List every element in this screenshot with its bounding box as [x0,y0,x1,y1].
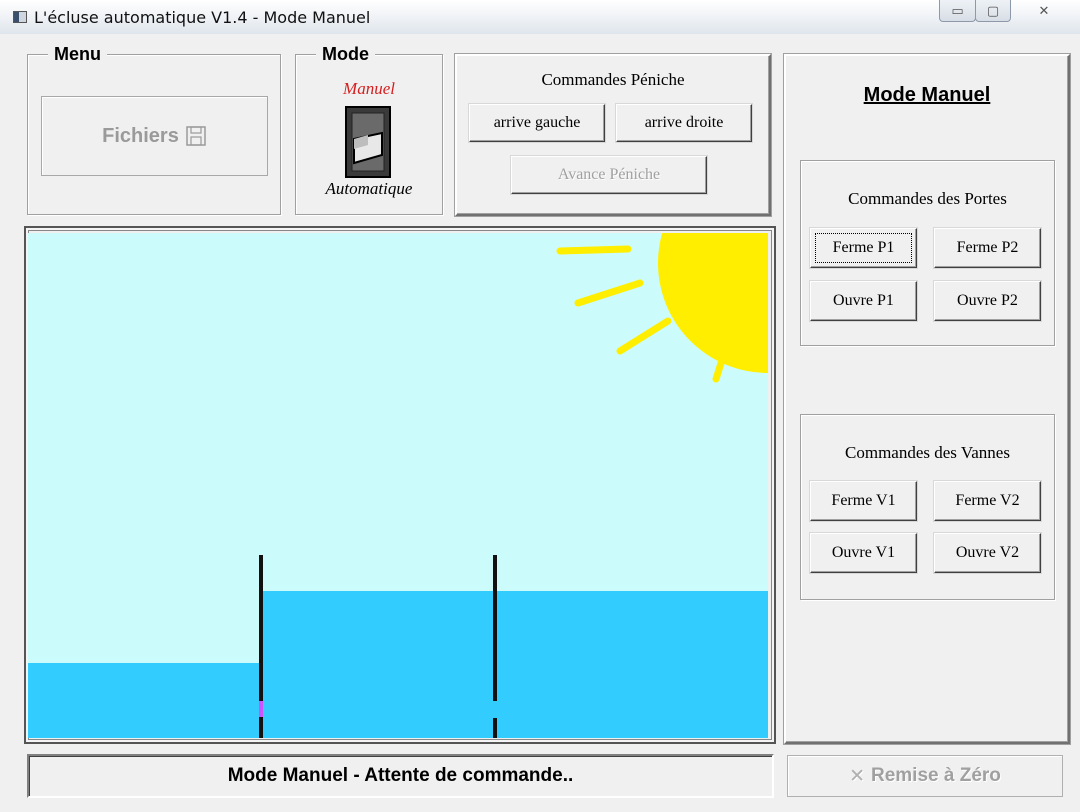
window-title: L'écluse automatique V1.4 - Mode Manuel [34,8,371,27]
arrive-droite-button[interactable]: arrive droite [616,104,752,142]
arrive-gauche-label: arrive gauche [493,114,581,131]
ferme-v2-button[interactable]: Ferme V2 [934,481,1041,521]
maximize-icon: ▢ [986,3,1000,18]
close-icon: ✕ [1038,3,1050,18]
vannes-title: Commandes des Vannes [845,443,1010,462]
ouvre-p2-label: Ouvre P2 [957,292,1018,309]
ferme-p2-button[interactable]: Ferme P2 [934,228,1041,268]
ouvre-v1-label: Ouvre V1 [831,544,896,561]
title-bar: L'écluse automatique V1.4 - Mode Manuel … [0,0,1080,34]
remise-a-zero-label: Remise à Zéro [871,765,1001,786]
fichiers-button[interactable]: Fichiers [41,96,268,176]
ferme-v2-label: Ferme V2 [955,492,1020,509]
ouvre-p2-button[interactable]: Ouvre P2 [934,281,1041,321]
commandes-peniche-title: Commandes Péniche [541,70,685,89]
arrive-gauche-button[interactable]: arrive gauche [469,104,605,142]
ouvre-p1-label: Ouvre P1 [833,292,894,309]
gate-p2 [493,555,497,701]
focus-rect [815,233,912,263]
close-button[interactable]: ✕ [1010,0,1060,22]
maximize-button[interactable]: ▢ [975,0,1011,22]
status-bar: Mode Manuel - Attente de commande.. [27,754,774,798]
mode-manuel-label: Manuel [343,79,395,98]
ouvre-v2-button[interactable]: Ouvre V2 [934,533,1041,573]
lock-chamber-water [262,591,768,738]
ferme-v1-label: Ferme V1 [831,492,896,509]
gate-p2-lower [493,718,497,738]
sun-icon [658,233,768,373]
mode-automatique-label: Automatique [325,179,413,198]
ferme-v1-button[interactable]: Ferme V1 [810,481,917,521]
ferme-p2-label: Ferme P2 [956,239,1019,256]
app-icon [13,11,27,23]
right-panel: Mode Manuel [784,54,1070,744]
minimize-button[interactable]: ▭ [939,0,976,22]
save-icon [186,126,206,146]
ferme-p1-button[interactable]: Ferme P1 [810,228,917,268]
mode-group: Mode Manuel Automatique [295,44,443,215]
ouvre-p1-button[interactable]: Ouvre P1 [810,281,917,321]
ouvre-v2-label: Ouvre V2 [955,544,1020,561]
status-message: Mode Manuel - Attente de commande.. [227,765,574,786]
downstream-water [28,663,262,738]
mode-toggle-switch[interactable] [344,105,392,179]
avance-peniche-button[interactable]: Avance Péniche [511,156,707,194]
right-panel-heading: Mode Manuel [863,84,991,106]
lock-scene [28,233,768,738]
arrive-droite-label: arrive droite [644,114,724,131]
portes-title: Commandes des Portes [848,189,1007,208]
lock-scene-drawing [28,233,768,738]
fichiers-label: Fichiers [102,124,179,147]
remise-a-zero-button[interactable]: ✕ Remise à Zéro [787,755,1063,797]
mode-legend: Mode [316,44,375,65]
menu-legend: Menu [48,44,107,65]
minimize-icon: ▭ [951,3,964,18]
avance-peniche-label: Avance Péniche [557,166,661,183]
ouvre-v1-button[interactable]: Ouvre V1 [810,533,917,573]
valve-v1 [259,701,263,717]
reset-icon: ✕ [849,765,865,787]
